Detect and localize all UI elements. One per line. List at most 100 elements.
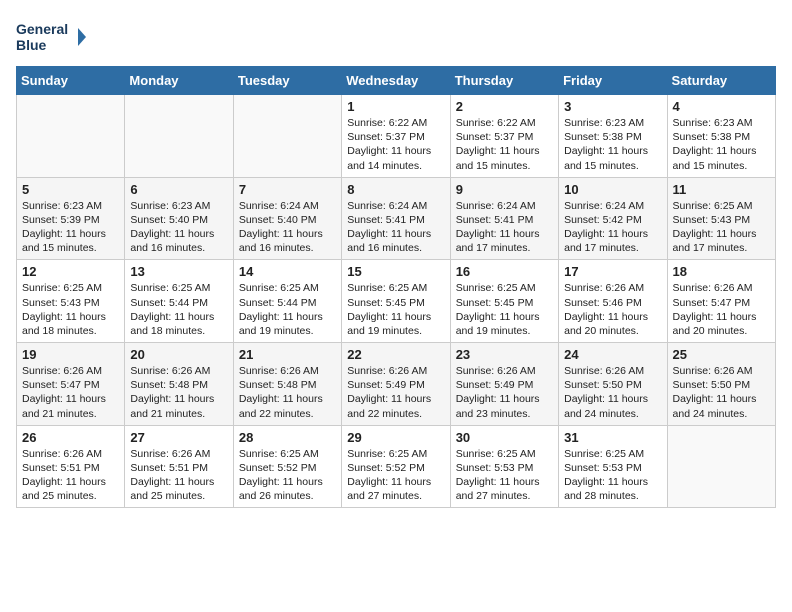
day-info: Sunrise: 6:26 AM Sunset: 5:47 PM Dayligh…	[22, 364, 119, 421]
calendar-week-row: 5 Sunrise: 6:23 AM Sunset: 5:39 PM Dayli…	[17, 177, 776, 260]
weekday-header-cell: Tuesday	[233, 67, 341, 95]
daylight-hours: Daylight: 11 hours and 15 minutes.	[673, 145, 757, 171]
sunset-time: Sunset: 5:42 PM	[564, 214, 642, 226]
calendar-day-cell: 9 Sunrise: 6:24 AM Sunset: 5:41 PM Dayli…	[450, 177, 558, 260]
day-info: Sunrise: 6:26 AM Sunset: 5:48 PM Dayligh…	[130, 364, 227, 421]
sunrise-time: Sunrise: 6:25 AM	[673, 200, 753, 212]
sunset-time: Sunset: 5:46 PM	[564, 297, 642, 309]
day-number: 2	[456, 99, 553, 114]
sunset-time: Sunset: 5:48 PM	[239, 379, 317, 391]
sunrise-time: Sunrise: 6:26 AM	[130, 365, 210, 377]
sunset-time: Sunset: 5:51 PM	[22, 462, 100, 474]
sunset-time: Sunset: 5:52 PM	[239, 462, 317, 474]
sunrise-time: Sunrise: 6:23 AM	[564, 117, 644, 129]
sunrise-time: Sunrise: 6:26 AM	[456, 365, 536, 377]
calendar-day-cell: 7 Sunrise: 6:24 AM Sunset: 5:40 PM Dayli…	[233, 177, 341, 260]
sunrise-time: Sunrise: 6:24 AM	[564, 200, 644, 212]
day-info: Sunrise: 6:22 AM Sunset: 5:37 PM Dayligh…	[456, 116, 553, 173]
page-header: General Blue	[16, 16, 776, 58]
logo-svg: General Blue	[16, 16, 86, 58]
daylight-hours: Daylight: 11 hours and 22 minutes.	[239, 393, 323, 419]
sunset-time: Sunset: 5:41 PM	[347, 214, 425, 226]
sunset-time: Sunset: 5:44 PM	[239, 297, 317, 309]
weekday-header-cell: Thursday	[450, 67, 558, 95]
day-info: Sunrise: 6:24 AM Sunset: 5:41 PM Dayligh…	[347, 199, 444, 256]
day-number: 16	[456, 264, 553, 279]
sunrise-time: Sunrise: 6:23 AM	[22, 200, 102, 212]
day-number: 26	[22, 430, 119, 445]
day-number: 27	[130, 430, 227, 445]
sunrise-time: Sunrise: 6:26 AM	[347, 365, 427, 377]
day-number: 23	[456, 347, 553, 362]
daylight-hours: Daylight: 11 hours and 25 minutes.	[130, 476, 214, 502]
sunrise-time: Sunrise: 6:22 AM	[456, 117, 536, 129]
day-info: Sunrise: 6:25 AM Sunset: 5:43 PM Dayligh…	[673, 199, 770, 256]
sunset-time: Sunset: 5:53 PM	[456, 462, 534, 474]
sunset-time: Sunset: 5:48 PM	[130, 379, 208, 391]
day-number: 11	[673, 182, 770, 197]
sunrise-time: Sunrise: 6:25 AM	[239, 282, 319, 294]
day-number: 28	[239, 430, 336, 445]
calendar-day-cell: 2 Sunrise: 6:22 AM Sunset: 5:37 PM Dayli…	[450, 95, 558, 178]
sunrise-time: Sunrise: 6:25 AM	[564, 448, 644, 460]
calendar-day-cell: 30 Sunrise: 6:25 AM Sunset: 5:53 PM Dayl…	[450, 425, 558, 508]
sunrise-time: Sunrise: 6:26 AM	[673, 365, 753, 377]
sunset-time: Sunset: 5:41 PM	[456, 214, 534, 226]
day-number: 20	[130, 347, 227, 362]
sunrise-time: Sunrise: 6:26 AM	[22, 365, 102, 377]
daylight-hours: Daylight: 11 hours and 18 minutes.	[22, 311, 106, 337]
day-info: Sunrise: 6:25 AM Sunset: 5:53 PM Dayligh…	[564, 447, 661, 504]
sunrise-time: Sunrise: 6:22 AM	[347, 117, 427, 129]
day-number: 7	[239, 182, 336, 197]
sunrise-time: Sunrise: 6:24 AM	[239, 200, 319, 212]
sunset-time: Sunset: 5:47 PM	[22, 379, 100, 391]
calendar-day-cell: 11 Sunrise: 6:25 AM Sunset: 5:43 PM Dayl…	[667, 177, 775, 260]
day-info: Sunrise: 6:26 AM Sunset: 5:50 PM Dayligh…	[564, 364, 661, 421]
daylight-hours: Daylight: 11 hours and 21 minutes.	[22, 393, 106, 419]
day-number: 29	[347, 430, 444, 445]
daylight-hours: Daylight: 11 hours and 14 minutes.	[347, 145, 431, 171]
day-info: Sunrise: 6:25 AM Sunset: 5:45 PM Dayligh…	[347, 281, 444, 338]
calendar-day-cell: 20 Sunrise: 6:26 AM Sunset: 5:48 PM Dayl…	[125, 343, 233, 426]
sunrise-time: Sunrise: 6:25 AM	[347, 448, 427, 460]
calendar-week-row: 19 Sunrise: 6:26 AM Sunset: 5:47 PM Dayl…	[17, 343, 776, 426]
sunrise-time: Sunrise: 6:24 AM	[456, 200, 536, 212]
daylight-hours: Daylight: 11 hours and 15 minutes.	[564, 145, 648, 171]
sunrise-time: Sunrise: 6:26 AM	[564, 365, 644, 377]
daylight-hours: Daylight: 11 hours and 25 minutes.	[22, 476, 106, 502]
daylight-hours: Daylight: 11 hours and 24 minutes.	[673, 393, 757, 419]
daylight-hours: Daylight: 11 hours and 22 minutes.	[347, 393, 431, 419]
daylight-hours: Daylight: 11 hours and 17 minutes.	[673, 228, 757, 254]
calendar-day-cell: 14 Sunrise: 6:25 AM Sunset: 5:44 PM Dayl…	[233, 260, 341, 343]
calendar-day-cell: 5 Sunrise: 6:23 AM Sunset: 5:39 PM Dayli…	[17, 177, 125, 260]
sunset-time: Sunset: 5:50 PM	[564, 379, 642, 391]
calendar-day-cell: 22 Sunrise: 6:26 AM Sunset: 5:49 PM Dayl…	[342, 343, 450, 426]
daylight-hours: Daylight: 11 hours and 19 minutes.	[456, 311, 540, 337]
day-info: Sunrise: 6:23 AM Sunset: 5:38 PM Dayligh…	[564, 116, 661, 173]
day-number: 19	[22, 347, 119, 362]
sunset-time: Sunset: 5:43 PM	[22, 297, 100, 309]
logo: General Blue	[16, 16, 86, 58]
sunset-time: Sunset: 5:45 PM	[347, 297, 425, 309]
daylight-hours: Daylight: 11 hours and 16 minutes.	[239, 228, 323, 254]
daylight-hours: Daylight: 11 hours and 16 minutes.	[347, 228, 431, 254]
sunset-time: Sunset: 5:53 PM	[564, 462, 642, 474]
calendar-day-cell: 26 Sunrise: 6:26 AM Sunset: 5:51 PM Dayl…	[17, 425, 125, 508]
sunset-time: Sunset: 5:40 PM	[239, 214, 317, 226]
sunset-time: Sunset: 5:49 PM	[347, 379, 425, 391]
sunrise-time: Sunrise: 6:26 AM	[564, 282, 644, 294]
calendar-day-cell: 19 Sunrise: 6:26 AM Sunset: 5:47 PM Dayl…	[17, 343, 125, 426]
calendar-day-cell: 31 Sunrise: 6:25 AM Sunset: 5:53 PM Dayl…	[559, 425, 667, 508]
daylight-hours: Daylight: 11 hours and 20 minutes.	[673, 311, 757, 337]
day-number: 31	[564, 430, 661, 445]
day-number: 15	[347, 264, 444, 279]
day-info: Sunrise: 6:25 AM Sunset: 5:44 PM Dayligh…	[239, 281, 336, 338]
sunset-time: Sunset: 5:45 PM	[456, 297, 534, 309]
daylight-hours: Daylight: 11 hours and 15 minutes.	[22, 228, 106, 254]
calendar-day-cell	[17, 95, 125, 178]
sunrise-time: Sunrise: 6:25 AM	[456, 282, 536, 294]
day-info: Sunrise: 6:25 AM Sunset: 5:44 PM Dayligh…	[130, 281, 227, 338]
svg-text:Blue: Blue	[16, 37, 47, 53]
day-info: Sunrise: 6:23 AM Sunset: 5:40 PM Dayligh…	[130, 199, 227, 256]
sunrise-time: Sunrise: 6:26 AM	[130, 448, 210, 460]
